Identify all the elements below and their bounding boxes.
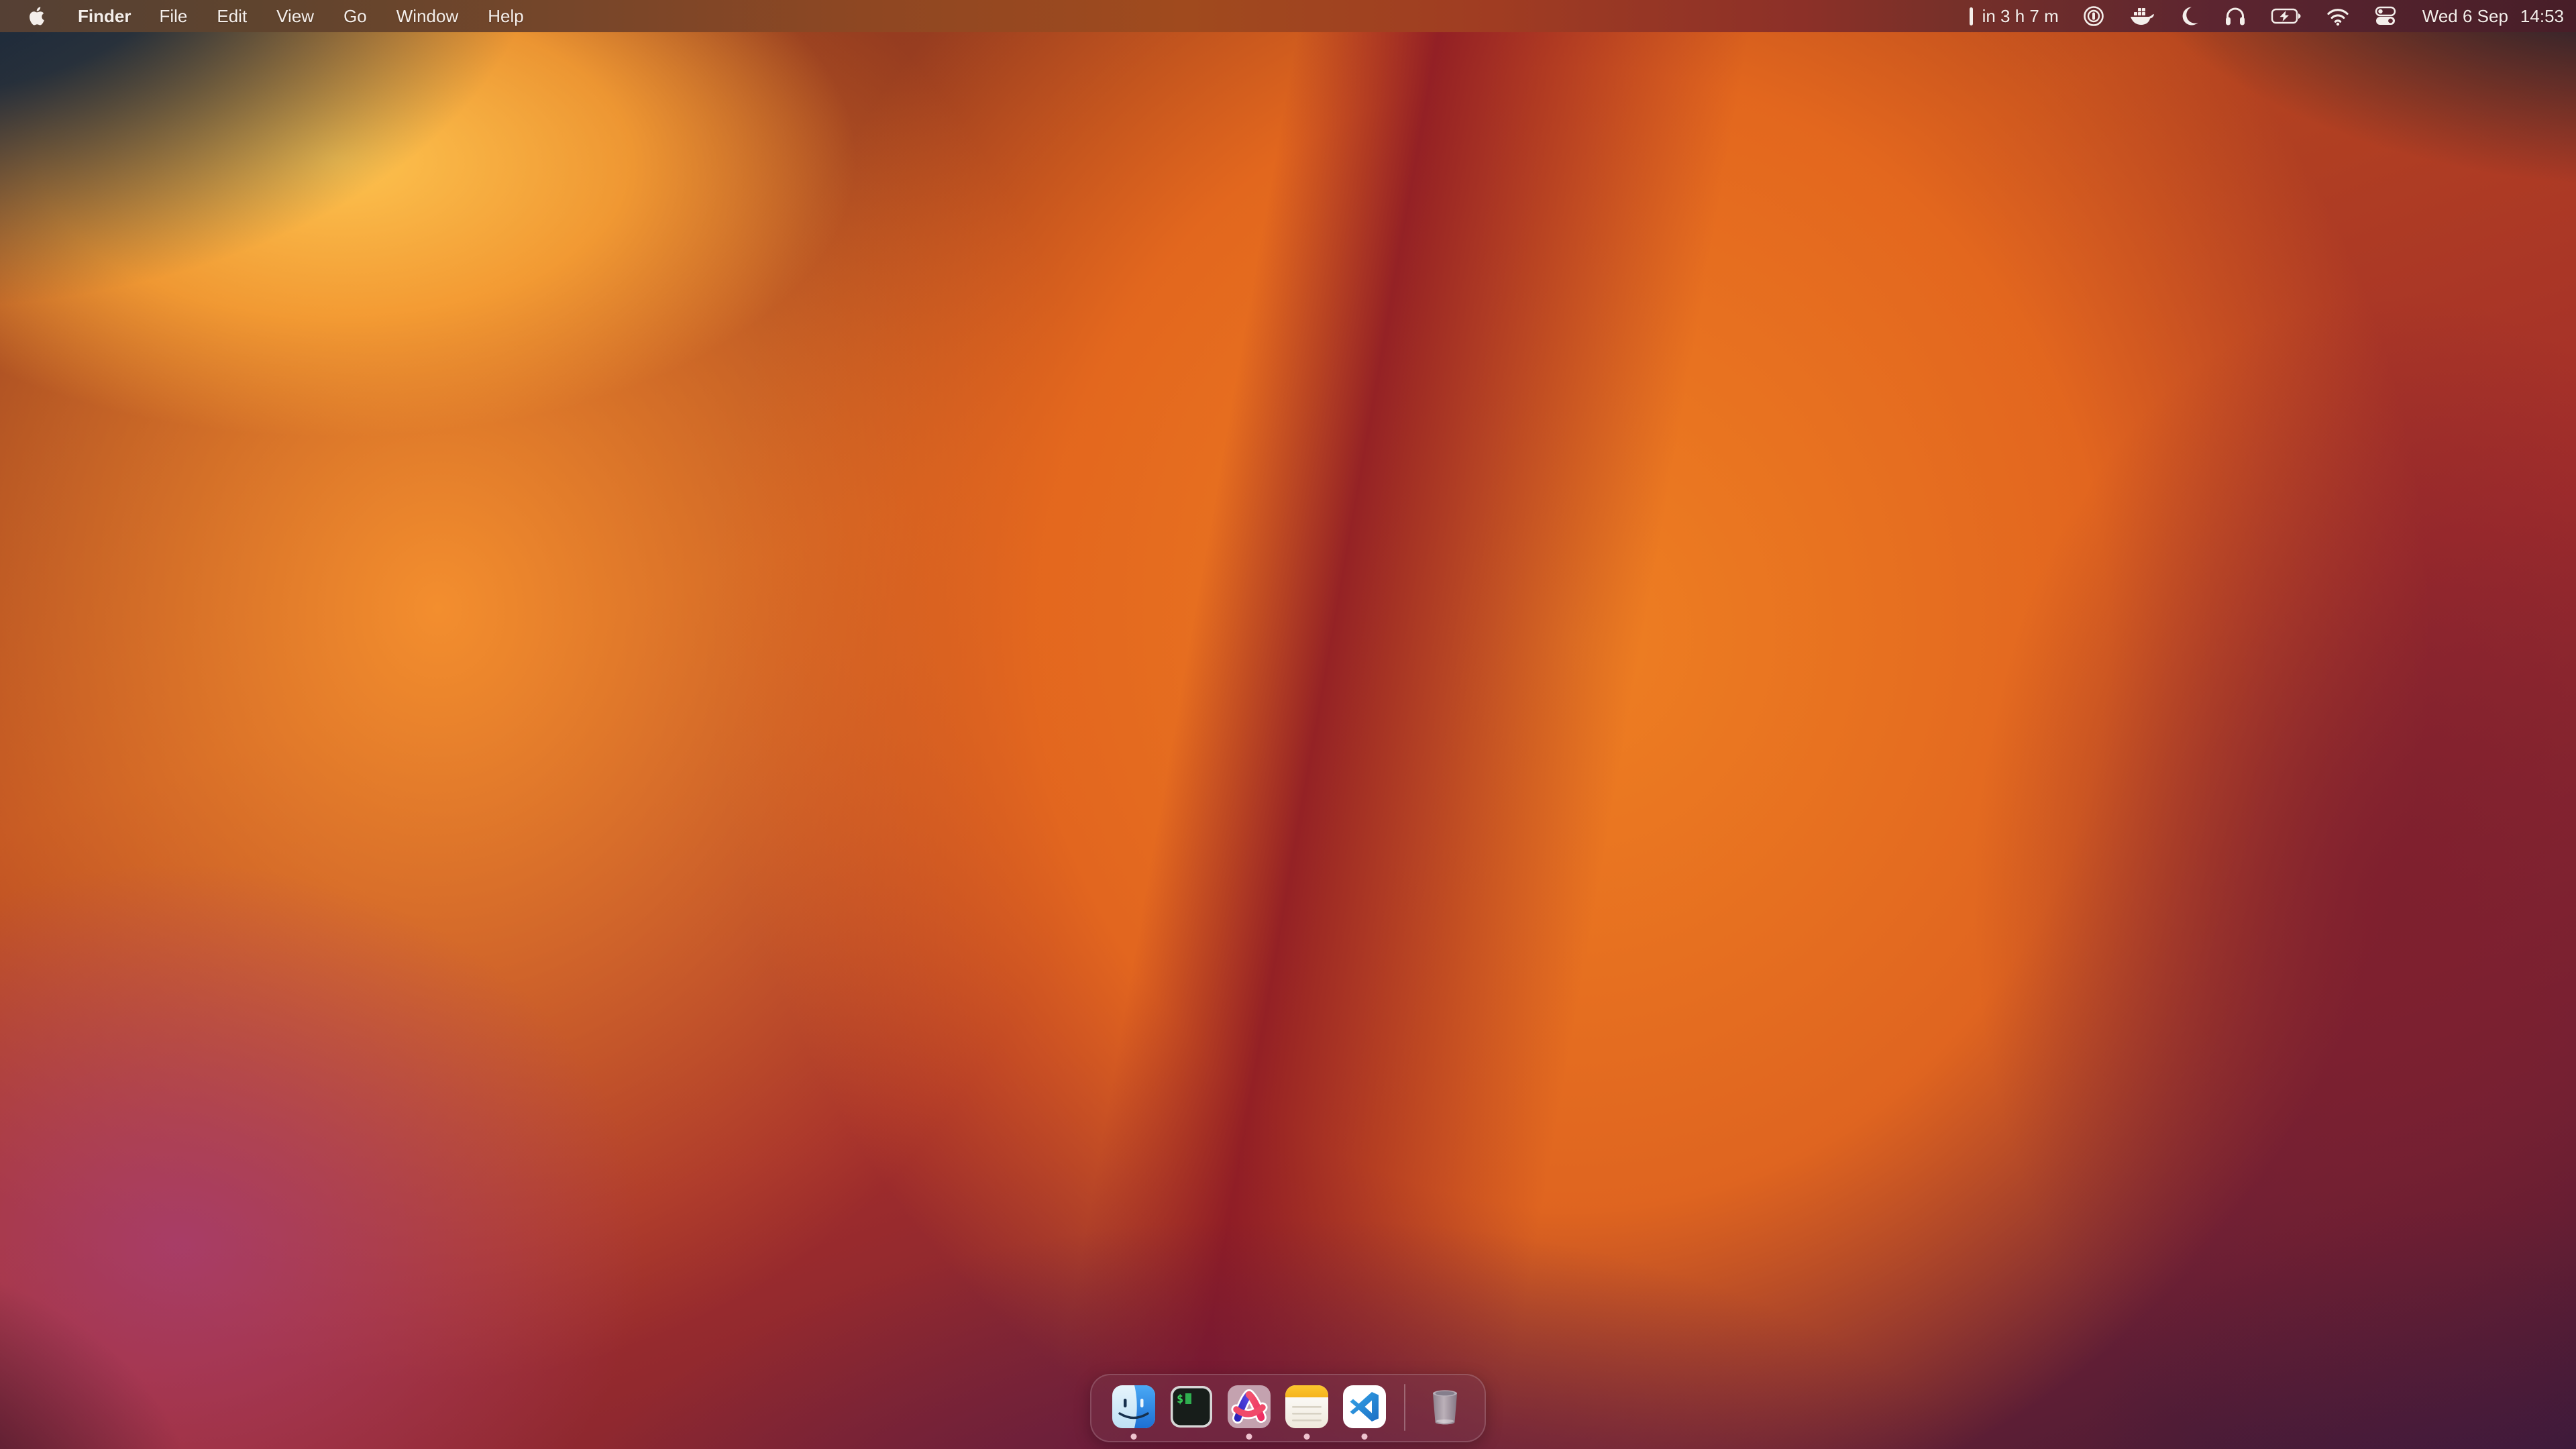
dock: $ — [1090, 1374, 1486, 1442]
menu-bar-status-area: in 3 h 7 m — [1945, 5, 2564, 27]
dock-terminal-icon[interactable]: $ — [1169, 1384, 1214, 1430]
dock-arc-browser-icon[interactable] — [1226, 1384, 1272, 1430]
dock-vscode-icon[interactable] — [1342, 1384, 1387, 1430]
menu-bar-left: Finder File Edit View Go Window Help — [27, 6, 539, 27]
keyhole-circle-icon[interactable] — [2083, 5, 2104, 27]
wifi-icon[interactable] — [2326, 6, 2350, 26]
control-center-icon[interactable] — [2374, 5, 2397, 27]
running-indicator-arc — [1246, 1434, 1252, 1440]
menu-item-view[interactable]: View — [262, 6, 329, 27]
docker-whale-icon[interactable] — [2129, 5, 2154, 27]
menu-item-finder[interactable]: Finder — [64, 6, 144, 27]
svg-text:$: $ — [1177, 1393, 1183, 1406]
dock-notes-icon[interactable] — [1284, 1384, 1330, 1430]
running-indicator-vscode — [1362, 1434, 1368, 1440]
running-indicator-notes — [1304, 1434, 1310, 1440]
menu-item-window[interactable]: Window — [382, 6, 473, 27]
dock-trash-icon[interactable] — [1422, 1384, 1465, 1430]
menu-bar-clock[interactable]: Wed 6 Sep 14:53 — [2422, 6, 2564, 27]
menu-item-edit[interactable]: Edit — [202, 6, 262, 27]
running-indicator-finder — [1131, 1434, 1137, 1440]
desktop: Finder File Edit View Go Window Help in … — [0, 0, 2576, 1449]
headphones-icon[interactable] — [2224, 5, 2247, 27]
menu-item-help[interactable]: Help — [473, 6, 538, 27]
clock-date: Wed 6 Sep — [2422, 6, 2508, 27]
apple-logo-icon[interactable] — [27, 6, 44, 26]
clock-time: 14:53 — [2520, 6, 2564, 27]
battery-charging-icon[interactable] — [2271, 6, 2302, 26]
dock-separator — [1404, 1384, 1405, 1431]
menu-bar: Finder File Edit View Go Window Help in … — [0, 0, 2576, 32]
menu-item-file[interactable]: File — [144, 6, 202, 27]
vertical-bar-indicator — [1970, 7, 1973, 25]
dock-finder-icon[interactable] — [1111, 1384, 1157, 1430]
timer-countdown-text: in 3 h 7 m — [1982, 6, 2059, 27]
moon-focus-icon[interactable] — [2178, 5, 2200, 27]
timer-status[interactable]: in 3 h 7 m — [1970, 6, 2059, 27]
desktop-wallpaper — [0, 0, 2576, 1449]
menu-item-go[interactable]: Go — [329, 6, 382, 27]
